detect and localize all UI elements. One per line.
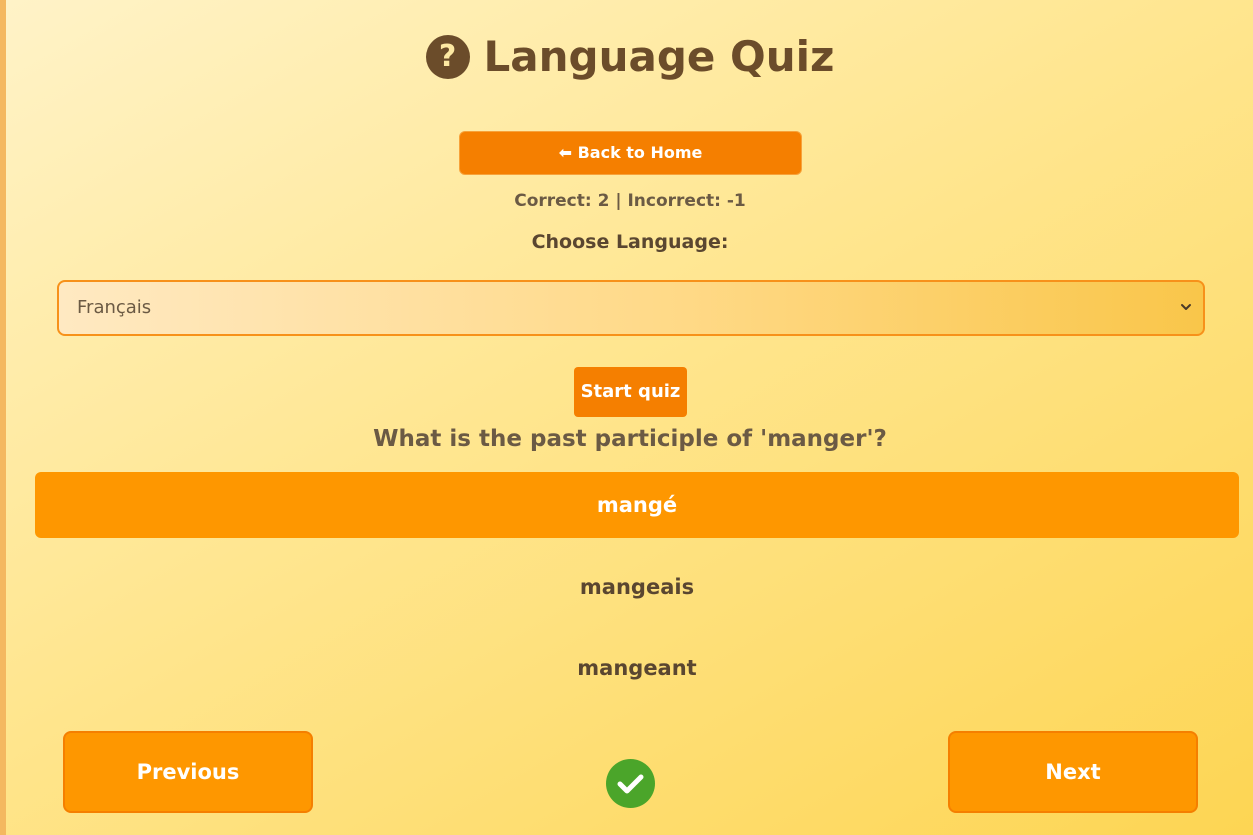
- chevron-down-icon: [1181, 304, 1191, 310]
- answer-option[interactable]: mangeant: [35, 647, 1239, 689]
- score-summary: Correct: 2 | Incorrect: -1: [514, 191, 746, 211]
- start-quiz-button[interactable]: Start quiz: [574, 367, 687, 417]
- page-title: ? Language Quiz: [0, 26, 1253, 83]
- answer-option-selected[interactable]: mangé: [35, 472, 1239, 538]
- language-select-value: Français: [77, 297, 152, 318]
- help-circle-icon: ?: [425, 35, 470, 79]
- page-title-text: Language Quiz: [483, 32, 835, 81]
- question-text: What is the past participle of 'manger'?: [373, 426, 887, 452]
- left-edge-border: [0, 0, 6, 835]
- language-select[interactable]: Français: [57, 280, 1205, 336]
- previous-button[interactable]: Previous: [63, 731, 313, 813]
- back-to-home-button[interactable]: ⬅ Back to Home: [459, 131, 802, 175]
- choose-language-label: Choose Language:: [531, 231, 729, 253]
- check-circle-icon: [606, 759, 655, 808]
- next-button[interactable]: Next: [948, 731, 1198, 813]
- answer-option[interactable]: mangeais: [35, 566, 1239, 608]
